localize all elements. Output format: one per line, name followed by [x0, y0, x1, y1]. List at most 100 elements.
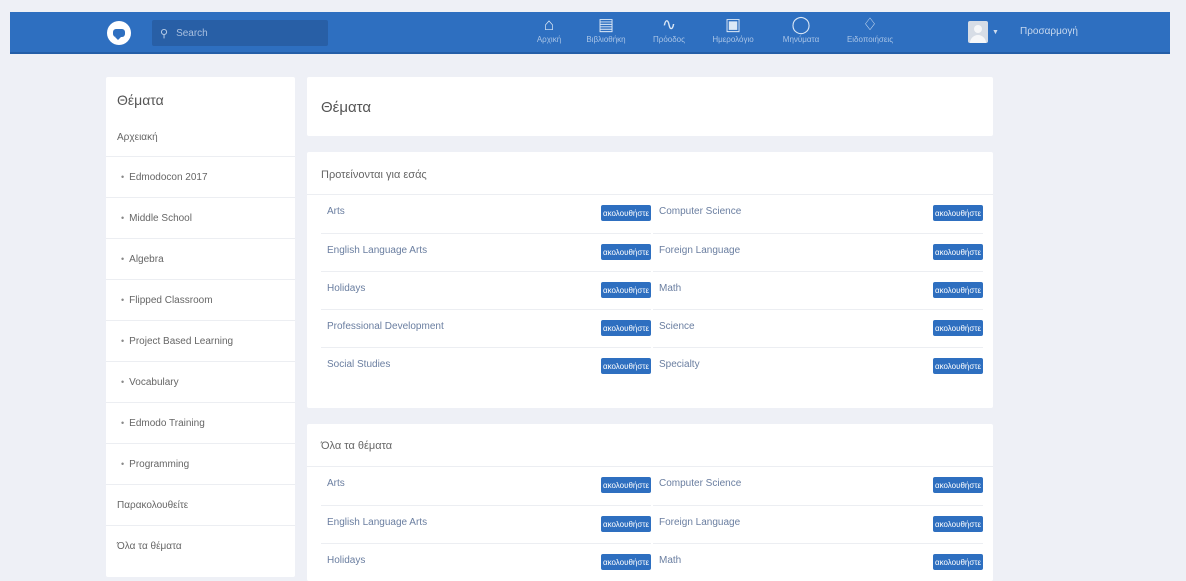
nav-notifications-label: Ειδοποιήσεις	[846, 35, 894, 44]
sidebar-item-middle-school[interactable]: • Middle School	[106, 197, 295, 238]
follow-button[interactable]: ακολουθήστε	[601, 516, 651, 532]
bullet-icon: •	[121, 336, 125, 346]
sidebar-item-label: Programming	[129, 459, 190, 470]
sidebar-item-label: Όλα τα θέματα	[117, 541, 182, 552]
list-item: Holidays ακολουθήστε	[321, 271, 651, 308]
chevron-down-icon[interactable]: ▼	[992, 29, 999, 36]
search-box[interactable]: ⚲	[152, 20, 328, 46]
topic-link[interactable]: Computer Science	[659, 478, 741, 489]
topic-link[interactable]: Computer Science	[659, 206, 741, 217]
sidebar-item-programming[interactable]: • Programming	[106, 443, 295, 484]
topic-link[interactable]: Science	[659, 321, 695, 332]
sidebar-item-following[interactable]: Παρακολουθείτε	[106, 484, 295, 525]
follow-button[interactable]: ακολουθήστε	[601, 554, 651, 570]
follow-button[interactable]: ακολουθήστε	[933, 554, 983, 570]
topic-link[interactable]: Holidays	[327, 555, 365, 566]
topic-link[interactable]: English Language Arts	[327, 517, 427, 528]
sidebar-item-label: Flipped Classroom	[129, 295, 213, 306]
list-item: English Language Arts ακολουθήστε	[321, 505, 651, 542]
follow-button[interactable]: ακολουθήστε	[933, 205, 983, 221]
topic-link[interactable]: Math	[659, 283, 681, 294]
bullet-icon: •	[121, 295, 125, 305]
topics-sidebar: Θέματα Αρχειακή • Edmodocon 2017 • Middle …	[106, 77, 295, 577]
recommended-topics-card: Προτείνονται για εσάς Arts ακολουθήστε E…	[307, 152, 993, 408]
page-title-card: Θέματα	[307, 77, 993, 136]
topic-link[interactable]: Specialty	[659, 359, 700, 370]
search-icon: ⚲	[160, 27, 169, 40]
sidebar-item-label: Vocabulary	[129, 377, 179, 388]
list-item: Computer Science ακολουθήστε	[653, 195, 983, 232]
follow-button[interactable]: ακολουθήστε	[601, 477, 651, 493]
avatar[interactable]	[968, 21, 988, 43]
topic-link[interactable]: Foreign Language	[659, 245, 740, 256]
sidebar-item-label: Algebra	[129, 254, 164, 265]
sidebar-item-project-based-learning[interactable]: • Project Based Learning	[106, 320, 295, 361]
sidebar-item-vocabulary[interactable]: • Vocabulary	[106, 361, 295, 402]
nav-home-label: Αρχική	[536, 35, 562, 44]
topic-link[interactable]: Arts	[327, 206, 345, 217]
follow-button[interactable]: ακολουθήστε	[601, 205, 651, 221]
list-item: Foreign Language ακολουθήστε	[653, 233, 983, 270]
follow-button[interactable]: ακολουθήστε	[933, 477, 983, 493]
activity-icon: ∿	[661, 15, 677, 34]
follow-button[interactable]: ακολουθήστε	[933, 320, 983, 336]
sidebar-item-edmodocon[interactable]: • Edmodocon 2017	[106, 156, 295, 197]
nav-library[interactable]: ▤ Βιβλιοθήκη	[580, 15, 632, 51]
all-topics-card: Όλα τα θέματα Arts ακολουθήστε English L…	[307, 424, 993, 581]
recommended-section-title: Προτείνονται για εσάς	[321, 169, 427, 181]
sidebar-item-algebra[interactable]: • Algebra	[106, 238, 295, 279]
list-item: Specialty ακολουθήστε	[653, 347, 983, 384]
topic-link[interactable]: English Language Arts	[327, 245, 427, 256]
bell-icon: ♢	[862, 15, 878, 34]
list-item: Social Studies ακολουθήστε	[321, 347, 651, 384]
sidebar-item-label: Αρχειακή	[117, 132, 158, 143]
nav-home[interactable]: ⌂ Αρχική	[529, 15, 569, 51]
bullet-icon: •	[121, 377, 125, 387]
bullet-icon: •	[121, 459, 125, 469]
bullet-icon: •	[121, 418, 125, 428]
list-item: Arts ακολουθήστε	[321, 195, 651, 232]
nav-messages[interactable]: ◯ Μηνύματα	[772, 15, 830, 51]
topic-link[interactable]: Holidays	[327, 283, 365, 294]
follow-button[interactable]: ακολουθήστε	[601, 282, 651, 298]
list-item: Science ακολουθήστε	[653, 309, 983, 346]
sidebar-item-label: Edmodocon 2017	[129, 172, 208, 183]
topic-link[interactable]: Professional Development	[327, 321, 444, 332]
list-item: Arts ακολουθήστε	[321, 467, 651, 504]
follow-button[interactable]: ακολουθήστε	[933, 516, 983, 532]
notebook-icon: ▤	[597, 15, 615, 34]
nav-calendar-label: Ημερολόγιο	[712, 35, 754, 44]
topic-link[interactable]: Social Studies	[327, 359, 390, 370]
search-input[interactable]	[176, 27, 317, 39]
sidebar-item-label: Project Based Learning	[129, 336, 234, 347]
follow-button[interactable]: ακολουθήστε	[601, 244, 651, 260]
list-item: English Language Arts ακολουθήστε	[321, 233, 651, 270]
follow-button[interactable]: ακολουθήστε	[933, 282, 983, 298]
app-logo-icon[interactable]	[107, 21, 131, 45]
list-item: Foreign Language ακολουθήστε	[653, 505, 983, 542]
nav-notifications[interactable]: ♢ Ειδοποιήσεις	[836, 15, 904, 51]
nav-progress-label: Πρόοδος	[653, 35, 685, 44]
follow-button[interactable]: ακολουθήστε	[601, 320, 651, 336]
sidebar-item-archive[interactable]: Αρχειακή	[106, 123, 295, 156]
follow-button[interactable]: ακολουθήστε	[933, 244, 983, 260]
list-item: Professional Development ακολουθήστε	[321, 309, 651, 346]
sidebar-item-label: Edmodo Training	[129, 418, 205, 429]
list-item: Holidays ακολουθήστε	[321, 543, 651, 580]
list-item: Computer Science ακολουθήστε	[653, 467, 983, 504]
username-link[interactable]: Προσαρμογή	[1020, 26, 1078, 37]
follow-button[interactable]: ακολουθήστε	[601, 358, 651, 374]
topic-link[interactable]: Arts	[327, 478, 345, 489]
sidebar-item-flipped-classroom[interactable]: • Flipped Classroom	[106, 279, 295, 320]
nav-progress[interactable]: ∿ Πρόοδος	[643, 15, 695, 51]
sidebar-item-edmodo-training[interactable]: • Edmodo Training	[106, 402, 295, 443]
follow-button[interactable]: ακολουθήστε	[933, 358, 983, 374]
nav-calendar[interactable]: ▣ Ημερολόγιο	[703, 15, 763, 51]
sidebar-item-all-topics[interactable]: Όλα τα θέματα	[106, 525, 295, 566]
topic-link[interactable]: Foreign Language	[659, 517, 740, 528]
calendar-icon: ▣	[724, 15, 742, 34]
all-topics-section-title: Όλα τα θέματα	[321, 440, 393, 452]
list-item: Math ακολουθήστε	[653, 543, 983, 580]
nav-library-label: Βιβλιοθήκη	[586, 35, 626, 44]
topic-link[interactable]: Math	[659, 555, 681, 566]
